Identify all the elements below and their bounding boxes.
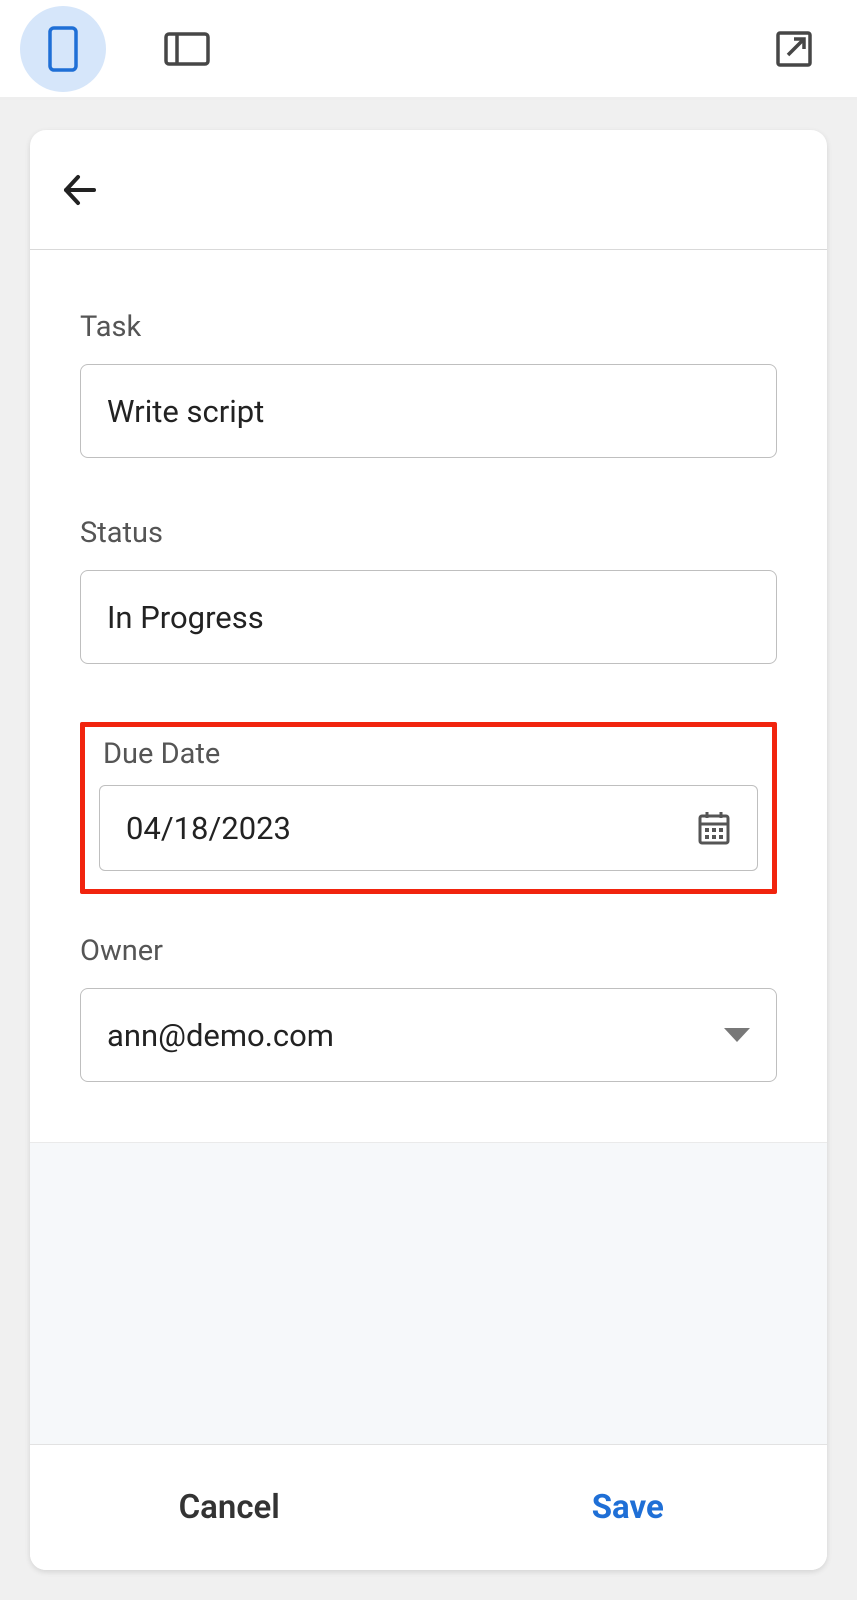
task-label: Task bbox=[80, 310, 777, 344]
owner-label: Owner bbox=[80, 934, 777, 968]
external-link-icon bbox=[774, 29, 814, 69]
status-label: Status bbox=[80, 516, 777, 550]
due-date-highlight: Due Date 04/18/2023 bbox=[80, 722, 777, 894]
open-external-button[interactable] bbox=[751, 6, 837, 92]
owner-value: ann@demo.com bbox=[107, 1017, 334, 1054]
spacer bbox=[30, 1142, 827, 1444]
save-button[interactable]: Save bbox=[429, 1445, 828, 1570]
status-value: In Progress bbox=[107, 599, 264, 636]
task-card: Task Status In Progress Due Date 04/18/2… bbox=[30, 130, 827, 1570]
card-header bbox=[30, 130, 827, 250]
arrow-left-icon bbox=[60, 171, 98, 209]
task-input-text[interactable] bbox=[107, 393, 750, 430]
status-input[interactable]: In Progress bbox=[80, 570, 777, 664]
toolbar-right bbox=[751, 6, 837, 92]
form-body: Task Status In Progress Due Date 04/18/2… bbox=[30, 250, 827, 1142]
tablet-icon bbox=[164, 32, 210, 66]
owner-field-group: Owner ann@demo.com bbox=[80, 934, 777, 1082]
tablet-view-button[interactable] bbox=[144, 6, 230, 92]
chevron-down-icon bbox=[724, 1028, 750, 1042]
actions-bar: Cancel Save bbox=[30, 1444, 827, 1570]
status-field-group: Status In Progress bbox=[80, 516, 777, 664]
calendar-icon[interactable] bbox=[697, 810, 731, 846]
top-toolbar bbox=[0, 0, 857, 100]
due-date-input[interactable]: 04/18/2023 bbox=[99, 785, 758, 871]
device-preview-frame: Task Status In Progress Due Date 04/18/2… bbox=[0, 100, 857, 1600]
toolbar-left bbox=[20, 6, 230, 92]
task-field-group: Task bbox=[80, 310, 777, 458]
mobile-icon bbox=[48, 26, 78, 72]
cancel-button[interactable]: Cancel bbox=[30, 1445, 429, 1570]
back-button[interactable] bbox=[60, 171, 98, 209]
mobile-view-button[interactable] bbox=[20, 6, 106, 92]
due-date-value: 04/18/2023 bbox=[126, 810, 291, 847]
task-input[interactable] bbox=[80, 364, 777, 458]
due-date-label: Due Date bbox=[99, 737, 758, 771]
owner-select[interactable]: ann@demo.com bbox=[80, 988, 777, 1082]
